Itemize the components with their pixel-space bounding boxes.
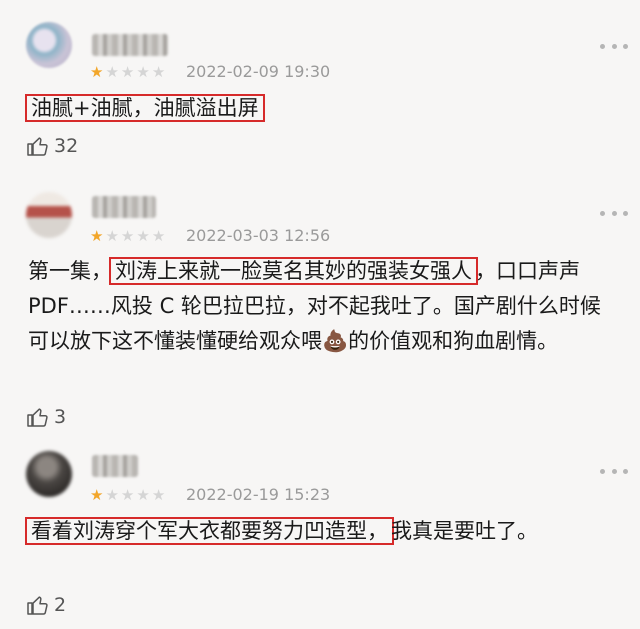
rating-stars: ★ ★ ★ ★ ★ — [90, 64, 165, 80]
comment-text-post: 我真是要吐了。 — [391, 519, 538, 543]
star-icon: ★ — [105, 227, 119, 245]
rating-stars: ★ ★ ★ ★ ★ — [90, 487, 165, 503]
thumbs-up-icon — [27, 408, 48, 427]
user-avatar[interactable] — [26, 451, 72, 497]
star-icon: ★ — [136, 486, 150, 504]
username-blurred[interactable] — [92, 455, 138, 477]
star-icon: ★ — [120, 227, 135, 245]
comment-text: 看着刘涛穿个军大衣都要努力凹造型， 我真是要吐了。 — [25, 514, 588, 549]
like-button[interactable]: 32 — [26, 134, 78, 158]
highlighted-text: 油腻+油腻，油腻溢出屏 — [25, 94, 265, 122]
comment-text-pre: 第一集， — [28, 259, 112, 283]
star-icon: ★ — [151, 486, 166, 504]
like-count: 32 — [54, 135, 79, 157]
thumbs-up-icon — [27, 596, 48, 615]
like-button[interactable]: 2 — [26, 593, 66, 617]
star-icon: ★ — [105, 486, 119, 504]
like-count: 3 — [54, 406, 67, 428]
comment-timestamp: 2022-03-03 12:56 — [186, 226, 331, 245]
star-icon: ★ — [120, 63, 135, 81]
highlighted-text: 刘涛上来就一脸莫名其妙的强装女强人 — [109, 257, 478, 285]
more-dots-icon[interactable] — [600, 42, 628, 50]
comment-timestamp: 2022-02-19 15:23 — [186, 485, 331, 504]
thumbs-up-icon — [27, 137, 48, 156]
more-dots-icon[interactable] — [600, 467, 628, 475]
star-icon: ★ — [151, 227, 166, 245]
star-icon: ★ — [120, 486, 135, 504]
star-icon: ★ — [136, 63, 150, 81]
star-icon: ★ — [136, 227, 150, 245]
comment-timestamp: 2022-02-09 19:30 — [186, 62, 331, 81]
like-button[interactable]: 3 — [26, 405, 66, 429]
username-blurred[interactable] — [92, 196, 156, 218]
like-count: 2 — [54, 594, 67, 616]
star-icon: ★ — [90, 227, 104, 245]
user-avatar[interactable] — [26, 22, 72, 68]
star-icon: ★ — [151, 63, 166, 81]
star-icon: ★ — [90, 486, 104, 504]
rating-stars: ★ ★ ★ ★ ★ — [90, 228, 165, 244]
user-avatar[interactable] — [26, 192, 72, 238]
highlighted-text: 看着刘涛穿个军大衣都要努力凹造型， — [25, 517, 394, 545]
star-icon: ★ — [90, 63, 104, 81]
comment-text: 第一集， 刘涛上来就一脸莫名其妙的强装女强人 ，口口声声 PDF……风投 C 轮巴拉… — [28, 254, 613, 359]
username-blurred[interactable] — [92, 34, 168, 56]
comment-text: 油腻+油腻，油腻溢出屏 — [25, 91, 618, 126]
star-icon: ★ — [105, 63, 119, 81]
more-dots-icon[interactable] — [600, 209, 628, 217]
